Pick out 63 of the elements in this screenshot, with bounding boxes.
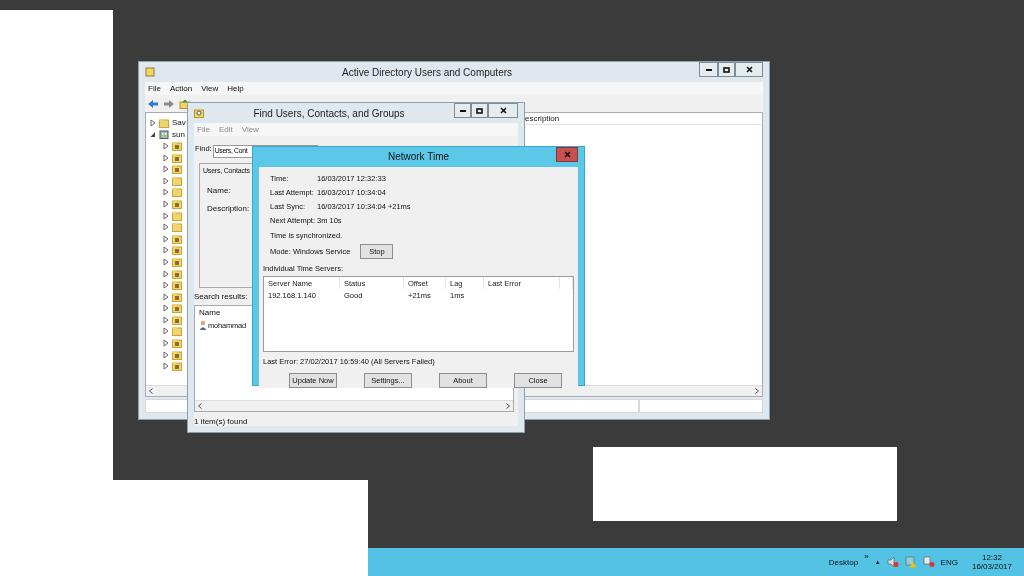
org-unit-icon <box>172 256 182 267</box>
org-unit-icon <box>172 349 182 360</box>
folder-icon <box>172 210 182 221</box>
org-unit-icon <box>172 141 182 151</box>
org-unit-icon <box>172 164 182 175</box>
app-icon <box>145 67 155 77</box>
org-unit-icon <box>172 361 182 372</box>
building-icon <box>159 129 169 140</box>
window-title: Find Users, Contacts, and Groups <box>252 107 406 119</box>
column-header[interactable]: Name <box>199 308 221 317</box>
back-arrow-icon[interactable] <box>147 98 159 109</box>
folder-icon <box>172 187 182 198</box>
org-unit-icon <box>172 314 182 325</box>
maximize-icon <box>476 107 483 114</box>
language-indicator[interactable]: ENG <box>940 557 958 567</box>
folder-icon <box>159 117 169 128</box>
expanded-arrow-icon[interactable] <box>150 130 156 139</box>
org-unit-icon <box>172 291 182 302</box>
close-icon <box>563 151 571 158</box>
org-unit-icon <box>172 280 182 291</box>
org-unit-icon <box>172 268 182 279</box>
maximize-button[interactable] <box>718 62 735 77</box>
menu-item[interactable]: File <box>148 84 161 93</box>
field-label: Name: <box>207 186 231 195</box>
speaker-icon[interactable] <box>886 556 899 568</box>
maximize-icon <box>723 66 730 73</box>
org-unit-icon <box>172 245 182 256</box>
toolbar-label[interactable]: Desktop <box>828 557 859 567</box>
column-header[interactable]: escription <box>525 114 560 123</box>
minimize-icon <box>705 68 712 71</box>
close-icon <box>499 107 507 114</box>
close-button[interactable] <box>488 103 518 118</box>
results-label: Search results: <box>194 292 248 301</box>
clock[interactable]: 12:32 16/03/2017 <box>971 553 1012 571</box>
org-unit-icon <box>172 198 182 209</box>
forward-arrow-icon[interactable] <box>163 98 175 109</box>
maximize-button[interactable] <box>471 103 488 118</box>
overflow-chevron[interactable]: » <box>864 552 869 561</box>
search-folder-icon <box>194 108 204 118</box>
close-icon <box>745 66 753 73</box>
collapsed-arrow-icon[interactable] <box>150 118 156 127</box>
menu-item[interactable]: Action <box>169 84 193 93</box>
tree-item[interactable]: sun <box>172 129 185 139</box>
status-text: 1 item(s) found <box>194 417 248 426</box>
menu-item[interactable]: View <box>201 84 219 93</box>
user-icon <box>199 320 207 330</box>
folder-icon <box>172 175 182 186</box>
menu-item[interactable]: Help <box>227 84 244 93</box>
dialog-title: Network Time <box>386 151 451 162</box>
folder-icon <box>172 326 182 337</box>
org-unit-icon <box>172 303 182 314</box>
field-label: Description: <box>207 204 250 213</box>
close-button[interactable] <box>735 62 763 77</box>
org-unit-icon <box>172 338 182 349</box>
horizontal-scrollbar[interactable] <box>195 400 513 411</box>
org-unit-icon <box>172 152 182 163</box>
flag-icon[interactable] <box>922 556 935 568</box>
window-title: Active Directory Users and Computers <box>340 66 514 78</box>
minimize-button[interactable] <box>699 62 718 77</box>
org-unit-icon <box>172 233 182 244</box>
tree-item[interactable]: Sav <box>172 118 186 128</box>
minimize-button[interactable] <box>454 103 471 118</box>
folder-icon <box>172 222 182 233</box>
